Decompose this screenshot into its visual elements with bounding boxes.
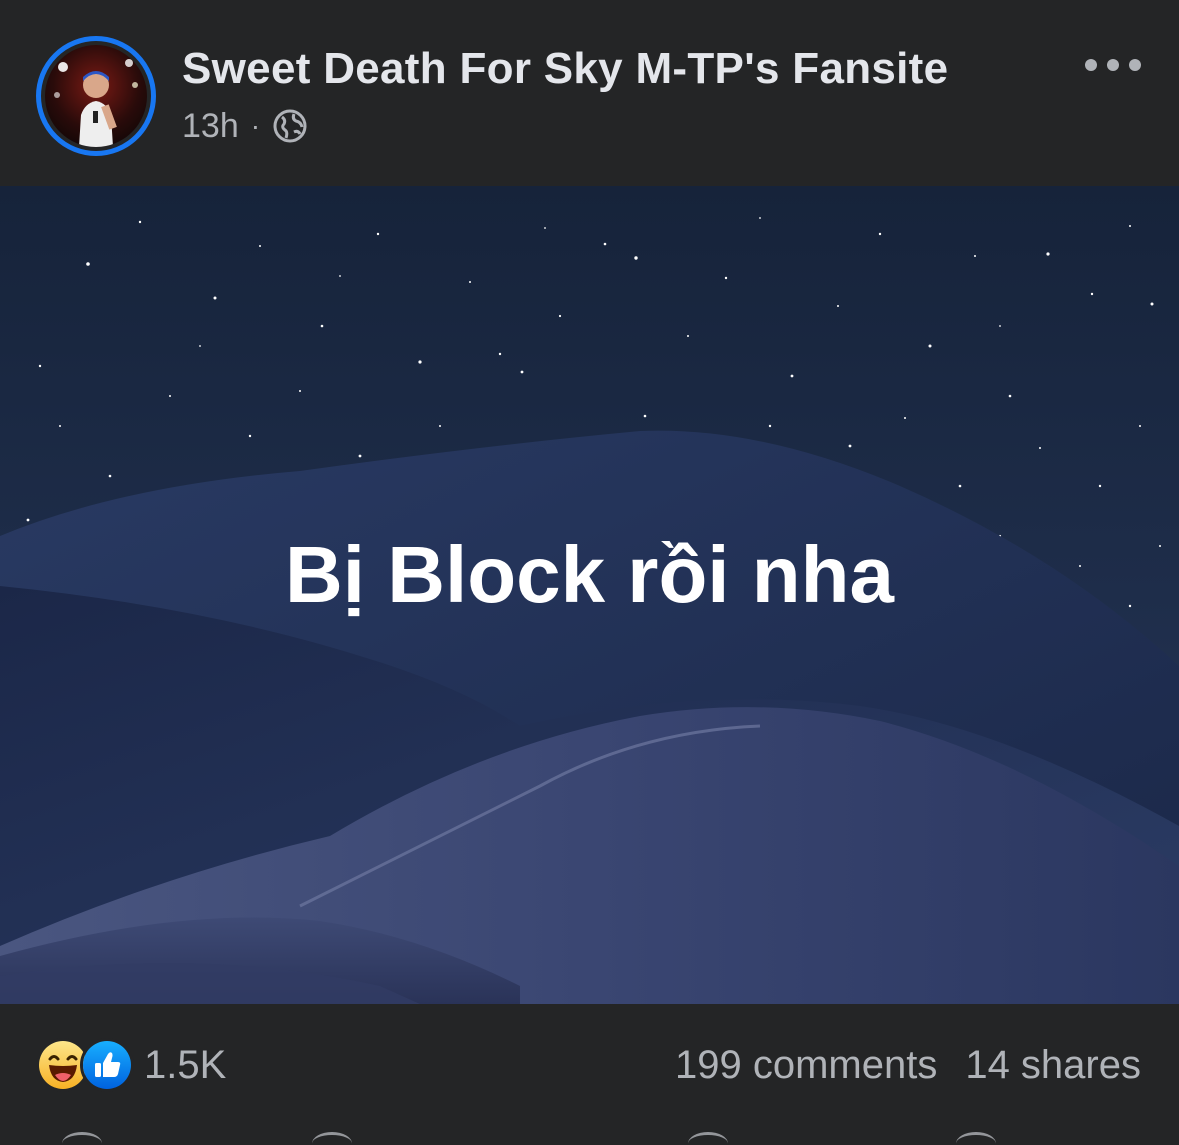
post-time[interactable]: 13h (182, 107, 239, 146)
post-meta: 13h · (182, 106, 308, 146)
comments-count-link[interactable]: 199 comments (675, 1043, 937, 1088)
reactions-summary[interactable]: 1.5K (36, 1038, 227, 1092)
post-footer: 1.5K 199 comments 14 shares (0, 1004, 1179, 1145)
page-avatar[interactable] (36, 36, 156, 156)
feed-post: Sweet Death For Sky M-TP's Fansite 13h · (0, 0, 1179, 1145)
globe-icon[interactable] (272, 108, 308, 144)
post-header: Sweet Death For Sky M-TP's Fansite 13h · (0, 0, 1179, 186)
like-icon (80, 1038, 134, 1092)
post-stats: 199 comments 14 shares (675, 1040, 1141, 1090)
avatar-image (45, 45, 147, 147)
reaction-count: 1.5K (144, 1042, 227, 1087)
shares-count-link[interactable]: 14 shares (965, 1043, 1141, 1088)
more-options-icon[interactable] (1085, 50, 1141, 80)
night-dunes-background (0, 186, 1179, 1004)
meta-separator: · (250, 110, 261, 141)
page-name-link[interactable]: Sweet Death For Sky M-TP's Fansite (182, 44, 948, 94)
post-image[interactable] (0, 186, 1179, 1004)
